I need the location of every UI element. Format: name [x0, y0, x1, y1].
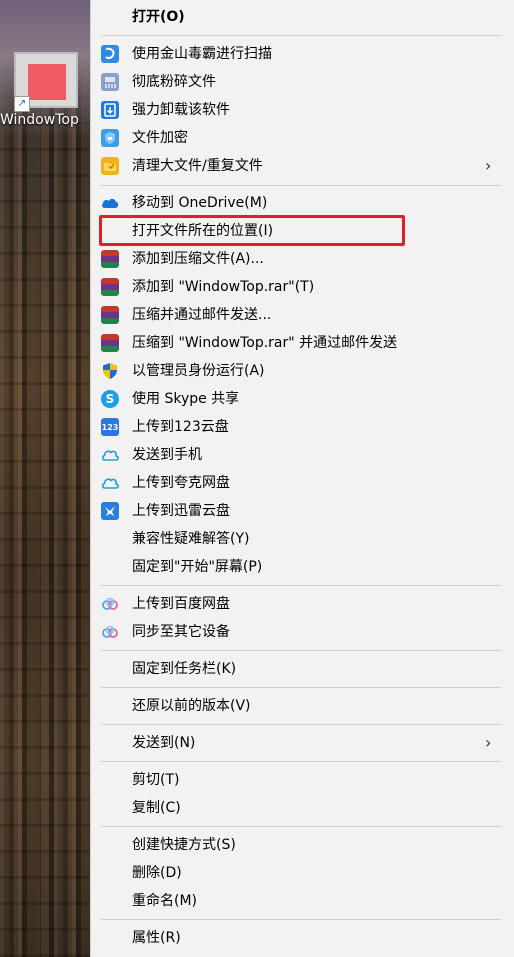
menu-item-label: 复制(C): [132, 800, 181, 816]
menu-separator: [101, 650, 501, 651]
menu-separator: [101, 724, 501, 725]
menu-item-label: 以管理员身份运行(A): [132, 363, 265, 379]
menu-separator: [101, 687, 501, 688]
menu-item-label: 兼容性疑难解答(Y): [132, 531, 250, 547]
xunlei-bird-icon: [101, 502, 119, 520]
menu-item-send-to-phone[interactable]: 发送到手机: [91, 441, 514, 469]
menu-item-kingsoft-scan[interactable]: 使用金山毒霸进行扫描: [91, 40, 514, 68]
menu-item-delete[interactable]: 删除(D): [91, 859, 514, 887]
menu-item-upload-123-cloud[interactable]: 123 上传到123云盘: [91, 413, 514, 441]
menu-item-label: 压缩到 "WindowTop.rar" 并通过邮件发送: [132, 335, 398, 351]
menu-item-create-shortcut[interactable]: 创建快捷方式(S): [91, 831, 514, 859]
menu-item-label: 添加到 "WindowTop.rar"(T): [132, 279, 315, 295]
menu-item-label: 固定到任务栏(K): [132, 661, 237, 677]
menu-item-label: 强力卸载该软件: [132, 102, 230, 118]
menu-item-label: 创建快捷方式(S): [132, 837, 236, 853]
menu-item-label: 发送到手机: [132, 447, 202, 463]
menu-separator: [101, 585, 501, 586]
menu-item-label: 彻底粉碎文件: [132, 74, 216, 90]
menu-item-upload-baidu[interactable]: 上传到百度网盘: [91, 590, 514, 618]
menu-item-clean-large-files[interactable]: 清理大文件/重复文件 ›: [91, 152, 514, 180]
menu-item-label: 清理大文件/重复文件: [132, 158, 263, 174]
menu-item-label: 压缩并通过邮件发送...: [132, 307, 272, 323]
menu-item-label: 打开(O): [132, 9, 185, 25]
menu-item-pin-to-taskbar[interactable]: 固定到任务栏(K): [91, 655, 514, 683]
cloud-123-icon: 123: [101, 418, 119, 436]
menu-item-label: 发送到(N): [132, 735, 196, 751]
menu-item-label: 剪切(T): [132, 772, 180, 788]
menu-separator: [101, 35, 501, 36]
menu-separator: [101, 919, 501, 920]
chevron-right-icon: ›: [485, 733, 492, 752]
menu-item-pin-to-start[interactable]: 固定到"开始"屏幕(P): [91, 553, 514, 581]
menu-item-label: 使用 Skype 共享: [132, 391, 240, 407]
menu-item-label: 上传到夸克网盘: [132, 475, 230, 491]
menu-item-add-to-windowtop-rar[interactable]: 添加到 "WindowTop.rar"(T): [91, 273, 514, 301]
menu-item-compress-to-rar-and-email[interactable]: 压缩到 "WindowTop.rar" 并通过邮件发送: [91, 329, 514, 357]
menu-item-add-to-archive[interactable]: 添加到压缩文件(A)...: [91, 245, 514, 273]
menu-item-label: 重命名(M): [132, 893, 198, 909]
menu-item-compress-and-email[interactable]: 压缩并通过邮件发送...: [91, 301, 514, 329]
menu-item-label: 上传到迅雷云盘: [132, 503, 230, 519]
lock-shield-icon: [101, 129, 119, 147]
folder-clean-icon: [101, 157, 119, 175]
desktop-wallpaper: [0, 0, 90, 957]
menu-item-properties[interactable]: 属性(R): [91, 924, 514, 952]
skype-icon: S: [101, 390, 119, 408]
menu-item-upload-xunlei[interactable]: 上传到迅雷云盘: [91, 497, 514, 525]
menu-item-share-skype[interactable]: S 使用 Skype 共享: [91, 385, 514, 413]
menu-item-compat-troubleshoot[interactable]: 兼容性疑难解答(Y): [91, 525, 514, 553]
menu-separator: [101, 185, 501, 186]
shredder-icon: [101, 73, 119, 91]
winrar-icon: [101, 250, 119, 268]
menu-item-label: 上传到123云盘: [132, 419, 229, 435]
menu-item-sync-devices[interactable]: 同步至其它设备: [91, 618, 514, 646]
shortcut-arrow-icon: ↗: [14, 96, 30, 112]
winrar-icon: [101, 278, 119, 296]
menu-item-label: 移动到 OneDrive(M): [132, 195, 268, 211]
uac-shield-icon: [101, 362, 119, 380]
menu-item-send-to[interactable]: 发送到(N) ›: [91, 729, 514, 757]
menu-item-label: 删除(D): [132, 865, 182, 881]
highlight-annotation-box: [99, 215, 405, 246]
menu-item-label: 还原以前的版本(V): [132, 698, 251, 714]
context-menu: 打开(O) 使用金山毒霸进行扫描 彻底粉碎文件 强力卸载该软件 文件加密 清理大…: [90, 0, 514, 957]
menu-item-label: 属性(R): [132, 930, 181, 946]
baidu-cloud-icon: [101, 595, 119, 613]
menu-item-label: 同步至其它设备: [132, 624, 230, 640]
menu-item-move-to-onedrive[interactable]: 移动到 OneDrive(M): [91, 189, 514, 217]
uninstall-icon: [101, 101, 119, 119]
shortcut-label: WindowTop: [0, 112, 79, 128]
cloud-phone-icon: [101, 446, 119, 464]
onedrive-cloud-icon: [101, 194, 119, 212]
menu-item-restore-previous[interactable]: 还原以前的版本(V): [91, 692, 514, 720]
menu-item-open[interactable]: 打开(O): [91, 3, 514, 31]
menu-item-label: 上传到百度网盘: [132, 596, 230, 612]
windowtop-shortcut-icon[interactable]: ↗: [14, 52, 78, 112]
winrar-icon: [101, 334, 119, 352]
menu-item-label: 使用金山毒霸进行扫描: [132, 46, 272, 62]
menu-item-run-as-admin[interactable]: 以管理员身份运行(A): [91, 357, 514, 385]
menu-item-force-uninstall[interactable]: 强力卸载该软件: [91, 96, 514, 124]
menu-item-rename[interactable]: 重命名(M): [91, 887, 514, 915]
menu-item-copy[interactable]: 复制(C): [91, 794, 514, 822]
menu-separator: [101, 826, 501, 827]
menu-item-cut[interactable]: 剪切(T): [91, 766, 514, 794]
baidu-cloud-icon: [101, 623, 119, 641]
menu-item-label: 添加到压缩文件(A)...: [132, 251, 264, 267]
menu-item-shred-file[interactable]: 彻底粉碎文件: [91, 68, 514, 96]
menu-item-encrypt-file[interactable]: 文件加密: [91, 124, 514, 152]
menu-item-label: 固定到"开始"屏幕(P): [132, 559, 263, 575]
winrar-icon: [101, 306, 119, 324]
quark-cloud-icon: [101, 474, 119, 492]
chevron-right-icon: ›: [485, 156, 492, 175]
menu-item-label: 文件加密: [132, 130, 188, 146]
app-window-icon: [28, 64, 66, 100]
kingsoft-shield-icon: [101, 45, 119, 63]
menu-separator: [101, 761, 501, 762]
menu-item-upload-quark[interactable]: 上传到夸克网盘: [91, 469, 514, 497]
